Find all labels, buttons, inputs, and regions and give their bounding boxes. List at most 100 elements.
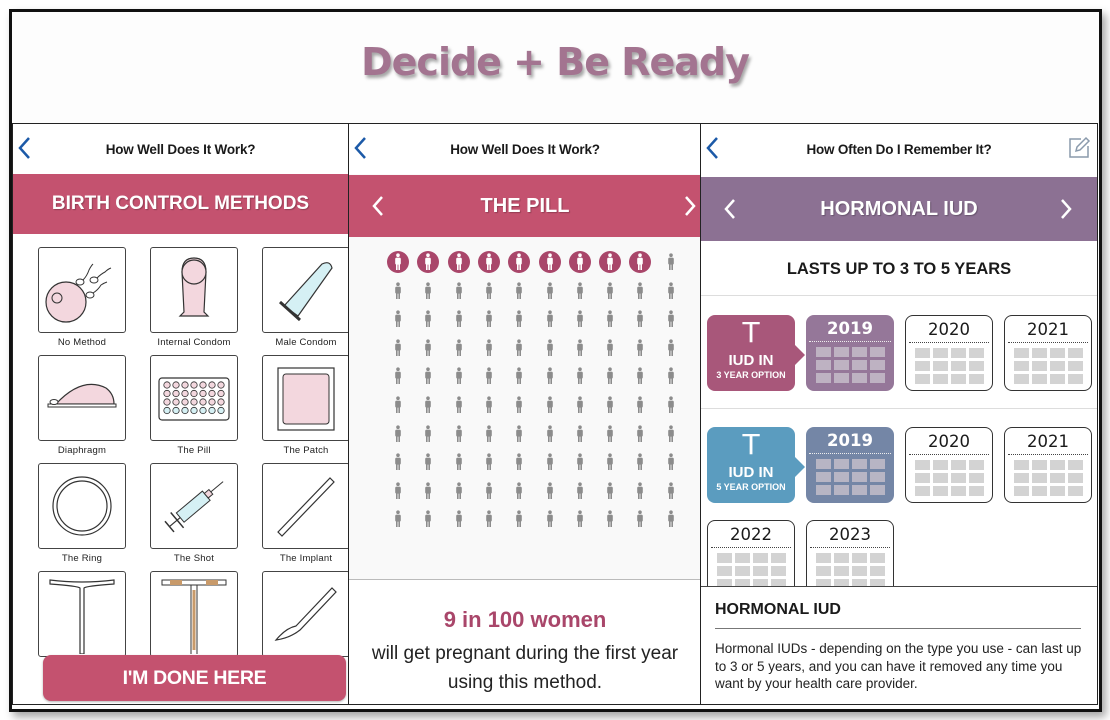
method-sterilization[interactable] bbox=[250, 571, 348, 661]
person-icon bbox=[660, 308, 682, 330]
person-icon bbox=[660, 480, 682, 502]
person-icon bbox=[569, 308, 591, 330]
person-icon bbox=[448, 365, 470, 387]
person-icon bbox=[660, 337, 682, 359]
person-icon bbox=[448, 508, 470, 530]
banner-title: HORMONAL IUD bbox=[820, 197, 978, 220]
person-icon bbox=[539, 308, 561, 330]
chevron-right-icon[interactable] bbox=[681, 193, 699, 219]
person-icon bbox=[569, 394, 591, 416]
person-icon bbox=[629, 508, 651, 530]
person-icon bbox=[539, 423, 561, 445]
person-icon bbox=[387, 280, 409, 302]
male-condom-icon bbox=[278, 262, 333, 322]
method-internal-condom[interactable]: Internal Condom bbox=[138, 247, 250, 348]
person-icon bbox=[478, 308, 500, 330]
info-card: HORMONAL IUD Hormonal IUDs - depending o… bbox=[701, 586, 1097, 704]
edit-note-icon[interactable] bbox=[1067, 136, 1091, 160]
method-label: The Patch bbox=[283, 445, 329, 456]
person-icon bbox=[660, 280, 682, 302]
chevron-left-icon[interactable] bbox=[369, 193, 387, 219]
person-icon-pregnant bbox=[447, 251, 470, 273]
method-label: The Implant bbox=[279, 553, 333, 564]
person-icon bbox=[417, 365, 439, 387]
callout-title: IUD IN bbox=[728, 464, 774, 481]
method-no-method[interactable]: No Method bbox=[26, 247, 138, 348]
iud-3-year-callout: T IUD IN 3 YEAR OPTION bbox=[707, 315, 805, 391]
chevron-right-icon[interactable] bbox=[1057, 196, 1075, 222]
calendar-year-label: 2020 bbox=[928, 432, 970, 451]
person-icon-pregnant bbox=[387, 251, 409, 273]
calendar-year-label: 2020 bbox=[928, 320, 970, 339]
person-icon bbox=[417, 508, 439, 530]
method-hormonal-iud[interactable] bbox=[138, 571, 250, 661]
method-copper-iud[interactable] bbox=[26, 571, 138, 661]
stat-desc-line2: using this method. bbox=[447, 672, 603, 693]
person-icon bbox=[448, 480, 470, 502]
method-the-shot[interactable]: The Shot bbox=[138, 463, 250, 564]
chevron-left-icon[interactable] bbox=[721, 196, 739, 222]
pill-effectiveness-screen: How Well Does It Work? THE PILL 9 in 100… bbox=[348, 123, 702, 705]
calendar-year: 2019 bbox=[806, 315, 894, 391]
callout-title: IUD IN bbox=[728, 352, 774, 369]
duration-heading: LASTS UP TO 3 TO 5 YEARS bbox=[701, 240, 1097, 296]
method-diaphragm[interactable]: Diaphragm bbox=[26, 355, 138, 456]
person-icon bbox=[629, 423, 651, 445]
divider bbox=[701, 408, 1097, 409]
person-icon bbox=[478, 337, 500, 359]
iud-t-icon: T bbox=[742, 428, 760, 461]
calendar-year: 2021 bbox=[1004, 315, 1092, 391]
person-icon bbox=[478, 423, 500, 445]
person-icon bbox=[448, 337, 470, 359]
hormonal-iud-icon bbox=[161, 579, 227, 654]
person-icon bbox=[508, 337, 530, 359]
person-icon bbox=[508, 480, 530, 502]
person-icon bbox=[569, 451, 591, 473]
person-icon bbox=[569, 280, 591, 302]
method-the-pill[interactable]: The Pill bbox=[138, 355, 250, 456]
person-icon bbox=[539, 508, 561, 530]
person-icon bbox=[417, 394, 439, 416]
person-icon bbox=[599, 423, 621, 445]
method-the-implant[interactable]: The Implant bbox=[250, 463, 348, 564]
calendar-year-label: 2019 bbox=[827, 319, 873, 338]
person-icon bbox=[387, 365, 409, 387]
nav-bar: How Well Does It Work? bbox=[349, 124, 701, 174]
method-the-patch[interactable]: The Patch bbox=[250, 355, 348, 456]
person-icon bbox=[539, 337, 561, 359]
person-icon-pregnant bbox=[477, 251, 500, 273]
stat-desc-line1: will get pregnant during the first year bbox=[371, 643, 679, 664]
done-button[interactable]: I'M DONE HERE bbox=[43, 655, 346, 701]
person-icon bbox=[539, 451, 561, 473]
person-icon bbox=[599, 480, 621, 502]
person-icon bbox=[660, 365, 682, 387]
person-icon bbox=[387, 394, 409, 416]
method-the-ring[interactable]: The Ring bbox=[26, 463, 138, 564]
iud-5-year-callout: T IUD IN 5 YEAR OPTION bbox=[707, 427, 805, 503]
chevron-left-icon[interactable] bbox=[703, 134, 723, 162]
chevron-left-icon[interactable] bbox=[351, 134, 371, 162]
person-icon bbox=[448, 280, 470, 302]
syringe-icon bbox=[164, 481, 224, 533]
person-icon bbox=[478, 480, 500, 502]
person-icon bbox=[478, 451, 500, 473]
scalpel-icon bbox=[274, 587, 337, 641]
person-icon bbox=[387, 423, 409, 445]
person-icon bbox=[539, 365, 561, 387]
chevron-left-icon[interactable] bbox=[15, 134, 35, 162]
person-icon bbox=[569, 365, 591, 387]
person-icon bbox=[417, 308, 439, 330]
person-icon bbox=[478, 394, 500, 416]
calendar-year: 2020 bbox=[905, 315, 993, 391]
person-icon bbox=[569, 480, 591, 502]
person-icon bbox=[508, 394, 530, 416]
person-icon bbox=[417, 337, 439, 359]
method-label: The Ring bbox=[61, 553, 103, 564]
person-icon bbox=[448, 308, 470, 330]
person-icon bbox=[599, 394, 621, 416]
person-icon bbox=[387, 308, 409, 330]
person-icon bbox=[599, 337, 621, 359]
method-male-condom[interactable]: Male Condom bbox=[250, 247, 348, 348]
nav-title: How Often Do I Remember It? bbox=[806, 141, 992, 157]
nav-bar: How Often Do I Remember It? bbox=[701, 124, 1097, 174]
